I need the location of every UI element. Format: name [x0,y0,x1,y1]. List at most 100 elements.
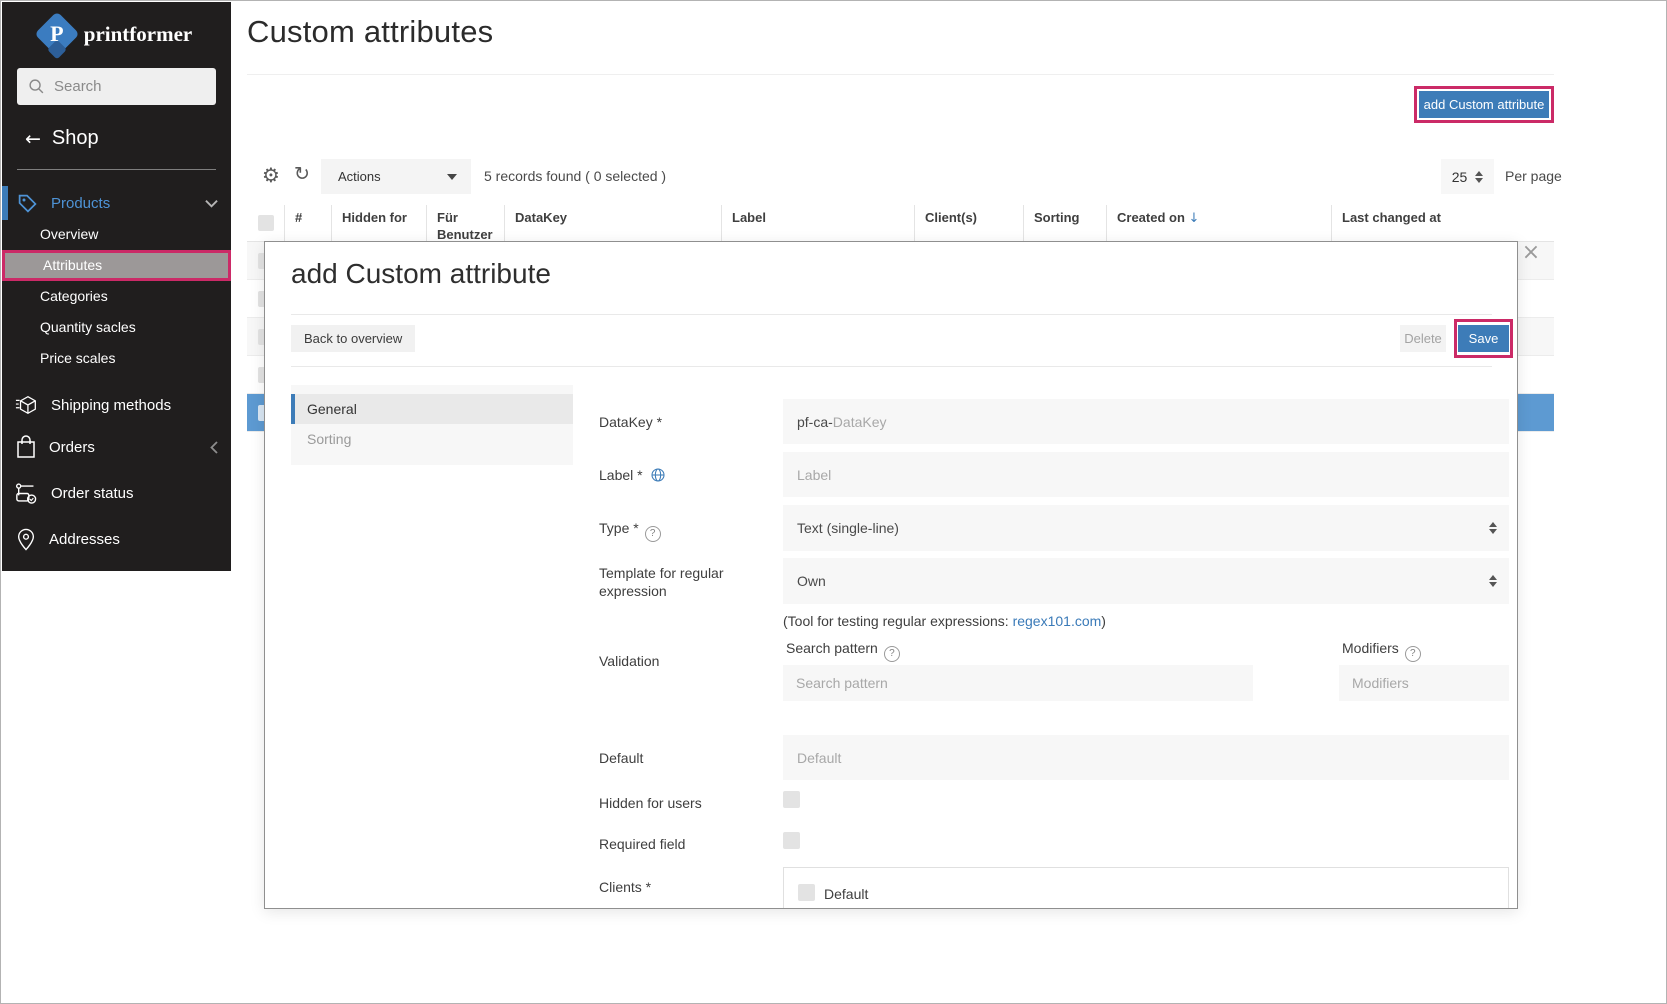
column-header-clients[interactable]: Client(s) [914,205,1023,241]
sidebar-item-orders[interactable]: Orders [2,430,231,464]
type-select[interactable]: Text (single-line) [783,505,1509,551]
column-header-label[interactable]: Label [721,205,914,241]
table-header: # Hidden for Für Benutzer DataKey Label … [247,205,1554,242]
column-header-created-on[interactable]: Created on ↓ [1106,205,1331,241]
logo: P printformer [2,2,231,60]
per-page-value: 25 [1451,168,1468,185]
regex-template-select[interactable]: Own [783,558,1509,604]
sidebar-item-attributes[interactable]: Attributes [2,250,231,281]
help-icon[interactable]: ? [644,525,661,542]
regex-template-value: Own [797,573,826,589]
dropdown-arrow-icon [447,173,457,180]
help-icon[interactable]: ? [883,645,900,662]
modifiers-label: Modifiers? [1342,640,1421,662]
select-all-cell[interactable] [247,205,284,241]
divider [247,74,1554,75]
sidebar-item-order-status[interactable]: Order status [2,476,231,510]
client-default-label: Default [824,886,869,902]
sidebar-item-price-scales[interactable]: Price scales [2,343,231,374]
sidebar-divider [17,169,216,170]
logo-text: printformer [83,21,193,46]
item-label: Orders [49,438,95,456]
hidden-for-users-checkbox[interactable] [783,791,800,808]
column-header-last-changed[interactable]: Last changed at [1331,205,1554,241]
add-custom-attribute-modal: add Custom attribute Back to overview De… [264,241,1518,909]
search-icon [29,79,44,94]
back-arrow-icon: ← [25,127,41,150]
shipping-box-icon [15,395,36,415]
sidebar: P printformer ← Shop Products Overview A… [2,2,231,571]
back-to-shop[interactable]: ← Shop [2,105,231,150]
per-page-label: Per page [1505,168,1562,184]
required-field-checkbox[interactable] [783,832,800,849]
type-label: Type *? [599,519,774,542]
sidebar-item-overview[interactable]: Overview [2,219,231,250]
page-title: Custom attributes [247,14,494,49]
refresh-icon[interactable]: ↻ [294,163,310,185]
modifiers-input[interactable] [1339,665,1509,701]
actions-label: Actions [338,169,381,184]
printformer-logo-icon: P [34,11,80,57]
clients-label: Clients * [599,879,652,895]
settings-gear-icon[interactable]: ⚙ [262,163,280,187]
datakey-field[interactable]: pf-ca- DataKey [783,399,1509,444]
item-label: Order status [51,484,134,502]
app-frame: P printformer ← Shop Products Overview A… [0,0,1667,1004]
modal-tab-general[interactable]: General [291,394,573,424]
divider [291,314,1492,315]
regex101-link[interactable]: regex101.com [1013,613,1102,629]
sidebar-search[interactable] [17,68,216,105]
label-label: Label * [599,466,774,487]
select-stepper-icon [1489,522,1497,534]
column-header-sorting[interactable]: Sorting [1023,205,1106,241]
products-label: Products [51,194,111,212]
shop-label: Shop [51,127,99,149]
clients-list: Default [783,867,1509,908]
column-header-hidden-for[interactable]: Hidden for [331,205,426,241]
search-pattern-input[interactable] [783,665,1253,701]
add-custom-attribute-highlight: add Custom attribute [1414,86,1554,123]
column-header-number[interactable]: # [284,205,331,241]
modal-nav: General Sorting [291,385,573,465]
select-stepper-icon [1489,575,1497,587]
per-page-select[interactable]: 25 [1441,159,1494,194]
sidebar-item-products[interactable]: Products [2,186,231,220]
map-pin-icon [17,528,35,551]
tag-icon [17,193,38,214]
actions-dropdown[interactable]: Actions [321,159,471,194]
workflow-icon [15,482,37,504]
save-button[interactable]: Save [1458,325,1509,352]
column-header-datakey[interactable]: DataKey [504,205,721,241]
datakey-placeholder: DataKey [832,413,887,430]
delete-button[interactable]: Delete [1400,325,1446,352]
item-label: Shipping methods [51,396,172,414]
close-icon[interactable]: × [1519,241,1543,265]
sidebar-item-shipping-methods[interactable]: Shipping methods [2,388,231,422]
sidebar-item-categories[interactable]: Categories [2,281,231,312]
search-input[interactable] [54,78,204,95]
divider [291,366,1492,367]
save-button-highlight: Save [1454,319,1513,358]
client-default-checkbox[interactable] [798,884,815,901]
modal-tab-sorting[interactable]: Sorting [291,424,573,454]
sidebar-item-addresses[interactable]: Addresses [2,522,231,556]
help-icon[interactable]: ? [1404,645,1421,662]
sidebar-item-quantity-scales[interactable]: Quantity sacles [2,312,231,343]
globe-icon[interactable] [650,468,666,486]
hidden-for-users-label: Hidden for users [599,795,702,811]
chevron-down-icon [205,199,218,208]
item-label: Addresses [49,530,120,548]
sidebar-item-shop-content[interactable]: Shop content [2,566,231,571]
records-found-text: 5 records found ( 0 selected ) [484,168,667,184]
back-to-overview-button[interactable]: Back to overview [291,325,416,352]
add-custom-attribute-button[interactable]: add Custom attribute [1419,91,1549,118]
select-all-checkbox[interactable] [257,215,274,231]
regex-tool-note: (Tool for testing regular expressions: r… [783,613,1106,629]
datakey-prefix: pf-ca- [797,413,833,430]
search-pattern-label: Search pattern? [786,640,900,662]
column-header-fuer-benutzer[interactable]: Für Benutzer [426,205,504,241]
default-input[interactable] [783,735,1509,780]
chevron-left-icon [210,440,218,454]
label-input[interactable] [783,452,1509,497]
datakey-label: DataKey * [599,414,663,430]
